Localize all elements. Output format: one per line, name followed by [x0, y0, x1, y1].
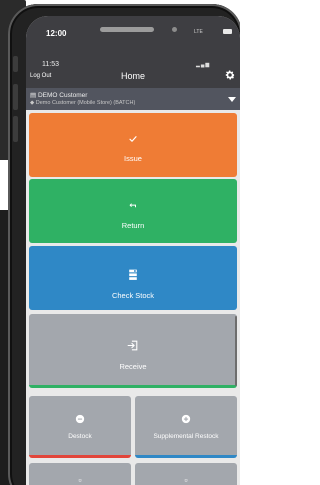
return-tile-button[interactable]: Return: [29, 179, 237, 243]
customer-name-row: ▤ DEMO Customer: [30, 91, 87, 99]
return-label: Return: [121, 221, 145, 230]
destock-tile-button[interactable]: Destock: [29, 396, 131, 458]
receive-tile-button[interactable]: Receive: [29, 314, 237, 388]
page-title: Home: [120, 71, 145, 81]
issue-tile-button[interactable]: Issue: [29, 113, 237, 177]
speaker-notch: [100, 27, 154, 32]
signal-icon: ▂▄▆: [196, 62, 211, 68]
issue-label: Issue: [124, 154, 142, 163]
tile-icon-partial-left: ▫: [78, 475, 82, 485]
supplemental-restock-tile-button[interactable]: Supplemental Restock: [135, 396, 237, 458]
check-stock-label: Check Stock: [111, 291, 155, 300]
building-icon: ▤: [30, 92, 38, 99]
battery-icon: [223, 29, 232, 34]
chevron-down-icon[interactable]: [228, 97, 236, 102]
camera-dot: [172, 27, 177, 32]
scrollbar[interactable]: [235, 316, 237, 386]
stock-list-icon: [129, 269, 137, 280]
status-time: 12:00: [46, 29, 67, 38]
phone-screen: 12:00 LTE 11:53 ▂▄▆ Log Out Home ▤ DEMO …: [26, 16, 240, 485]
app-header: 11:53 ▂▄▆ Log Out Home: [26, 56, 240, 88]
gear-icon[interactable]: [224, 69, 236, 81]
volume-down-button: [13, 116, 18, 142]
check-icon: [129, 136, 137, 142]
mute-switch: [13, 56, 18, 72]
more-tile-button-left[interactable]: ▫: [29, 463, 131, 485]
receive-label: Receive: [119, 362, 147, 371]
supplemental-restock-label: Supplemental Restock: [153, 433, 219, 440]
customer-detail: Demo Customer (Mobile Store) (BATCH): [35, 100, 136, 106]
device-status-bar: 12:00 LTE: [26, 16, 240, 56]
destock-label: Destock: [68, 433, 92, 440]
phone-frame: 12:00 LTE 11:53 ▂▄▆ Log Out Home ▤ DEMO …: [8, 4, 240, 485]
minus-circle-icon: [75, 414, 85, 424]
carrier-label: LTE: [194, 29, 203, 35]
volume-up-button: [13, 84, 18, 110]
tile-icon-partial-right: ▫: [184, 475, 188, 485]
check-stock-tile-button[interactable]: Check Stock: [29, 246, 237, 310]
customer-name: DEMO Customer: [37, 92, 88, 99]
more-tile-button-right[interactable]: ▫: [135, 463, 237, 485]
return-arrow-icon: [129, 203, 136, 208]
inner-status-time: 11:53: [42, 61, 59, 68]
screenshot-stage: 12:00 LTE 11:53 ▂▄▆ Log Out Home ▤ DEMO …: [0, 0, 240, 485]
plus-circle-icon: [181, 414, 191, 424]
customer-detail-row: ◆ Demo Customer (Mobile Store) (BATCH): [30, 100, 135, 106]
receive-icon: [127, 340, 138, 351]
customer-selector[interactable]: ▤ DEMO Customer ◆ Demo Customer (Mobile …: [26, 88, 240, 110]
